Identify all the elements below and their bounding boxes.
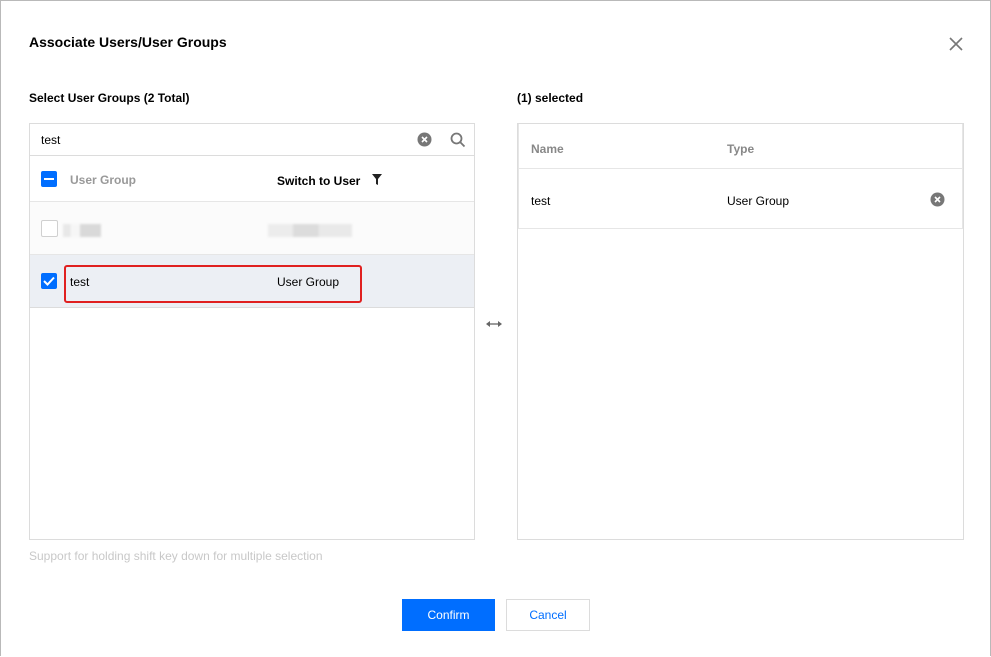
right-panel-title: (1) selected [517, 91, 584, 105]
highlight-annotation [64, 265, 362, 303]
column-user-group: User Group [70, 173, 137, 187]
search-input[interactable]: test [30, 124, 474, 156]
filter-icon[interactable] [372, 172, 382, 185]
cancel-button[interactable]: Cancel [506, 599, 590, 631]
left-right-arrows-icon [485, 317, 503, 329]
table-header: User Group Switch to User [30, 156, 474, 202]
search-input-value[interactable]: test [41, 133, 60, 147]
selected-panel: Name Type test User Group [517, 123, 964, 540]
column-name: Name [531, 142, 564, 156]
selected-table: Name Type test User Group [518, 124, 963, 229]
row-checkbox[interactable] [41, 220, 58, 237]
table-row[interactable] [30, 202, 474, 255]
close-icon[interactable] [946, 34, 966, 54]
select-all-checkbox[interactable] [41, 171, 57, 187]
obscured-name [63, 224, 101, 237]
table-row[interactable]: test User Group [30, 255, 474, 308]
clear-circle-icon[interactable] [417, 132, 432, 147]
row-checkbox-checked[interactable] [41, 273, 57, 289]
obscured-type [268, 224, 352, 237]
remove-circle-icon[interactable] [930, 192, 945, 207]
multi-select-hint: Support for holding shift key down for m… [29, 549, 323, 563]
column-type: Type [727, 142, 755, 156]
switch-to-user-toggle[interactable]: Switch to User [277, 174, 360, 188]
selected-table-header: Name Type [519, 124, 962, 169]
user-group-source-panel: test User Group Switch to User test User… [29, 123, 475, 540]
dialog-title: Associate Users/User Groups [29, 34, 227, 50]
search-icon[interactable] [450, 132, 466, 148]
selected-row-type: User Group [727, 194, 790, 208]
selected-row-name: test [531, 194, 551, 208]
confirm-button[interactable]: Confirm [402, 599, 495, 631]
associate-dialog: Associate Users/User Groups Select User … [0, 0, 991, 656]
left-panel-title: Select User Groups (2 Total) [29, 91, 190, 105]
